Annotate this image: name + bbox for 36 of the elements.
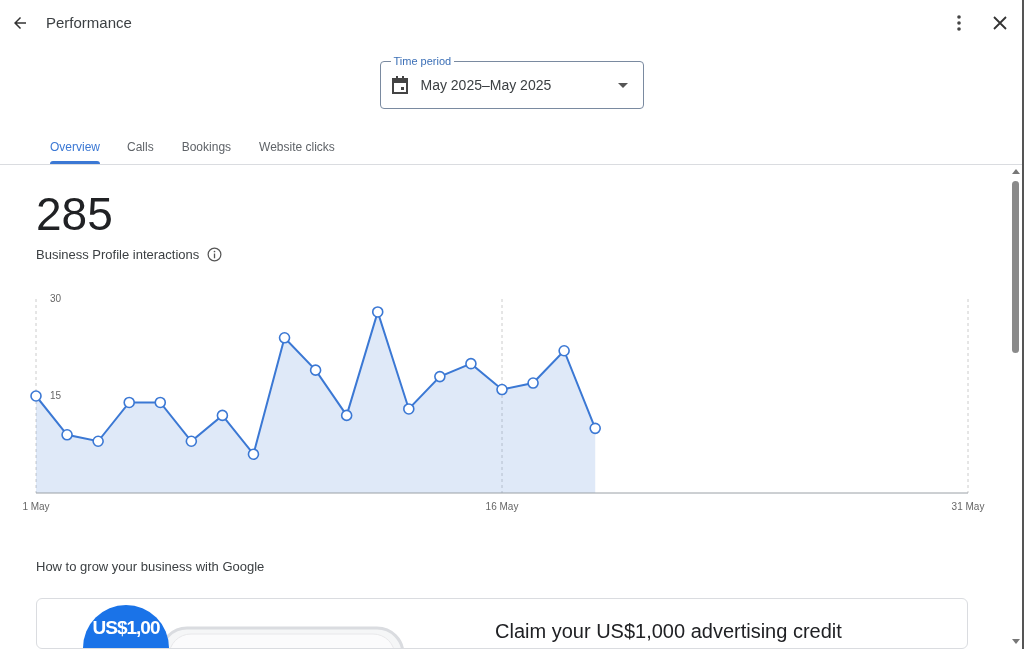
total-count: 285 xyxy=(36,191,114,237)
field-label: Time period xyxy=(390,54,455,68)
tab[interactable]: Calls xyxy=(113,129,168,164)
tab[interactable]: Bookings xyxy=(167,129,246,164)
point xyxy=(403,402,415,415)
point xyxy=(309,363,322,376)
point xyxy=(278,331,291,344)
tab[interactable]: Website clicks xyxy=(245,129,349,164)
point xyxy=(154,396,167,408)
section-heading: How to grow your business with Google xyxy=(36,557,266,576)
point xyxy=(527,376,539,389)
point xyxy=(61,428,73,441)
point xyxy=(465,357,477,369)
point xyxy=(371,305,384,318)
point xyxy=(589,422,601,434)
metric-label: Business Profile interactions xyxy=(36,246,200,264)
page-title: Performance xyxy=(46,12,132,33)
tab[interactable]: Overview xyxy=(37,129,113,164)
point xyxy=(340,409,353,421)
point xyxy=(123,396,135,408)
point xyxy=(216,409,229,421)
credit-badge: US$1,00 xyxy=(83,605,169,648)
y-tick-label: 15 xyxy=(50,389,62,401)
point xyxy=(496,383,508,395)
x-tick-label: 16 May xyxy=(485,500,519,512)
point xyxy=(558,344,570,357)
time-period-value: May 2025–May 2025 xyxy=(420,75,552,95)
y-tick-label: 30 xyxy=(50,292,62,304)
point xyxy=(30,389,42,402)
point xyxy=(434,370,446,382)
point xyxy=(92,434,104,447)
point xyxy=(185,434,198,447)
card-title: Claim your US$1,000 advertising credit xyxy=(495,619,842,643)
x-tick-label: 31 May xyxy=(951,500,985,512)
point xyxy=(247,447,260,460)
x-tick-label: 1 May xyxy=(22,500,50,512)
